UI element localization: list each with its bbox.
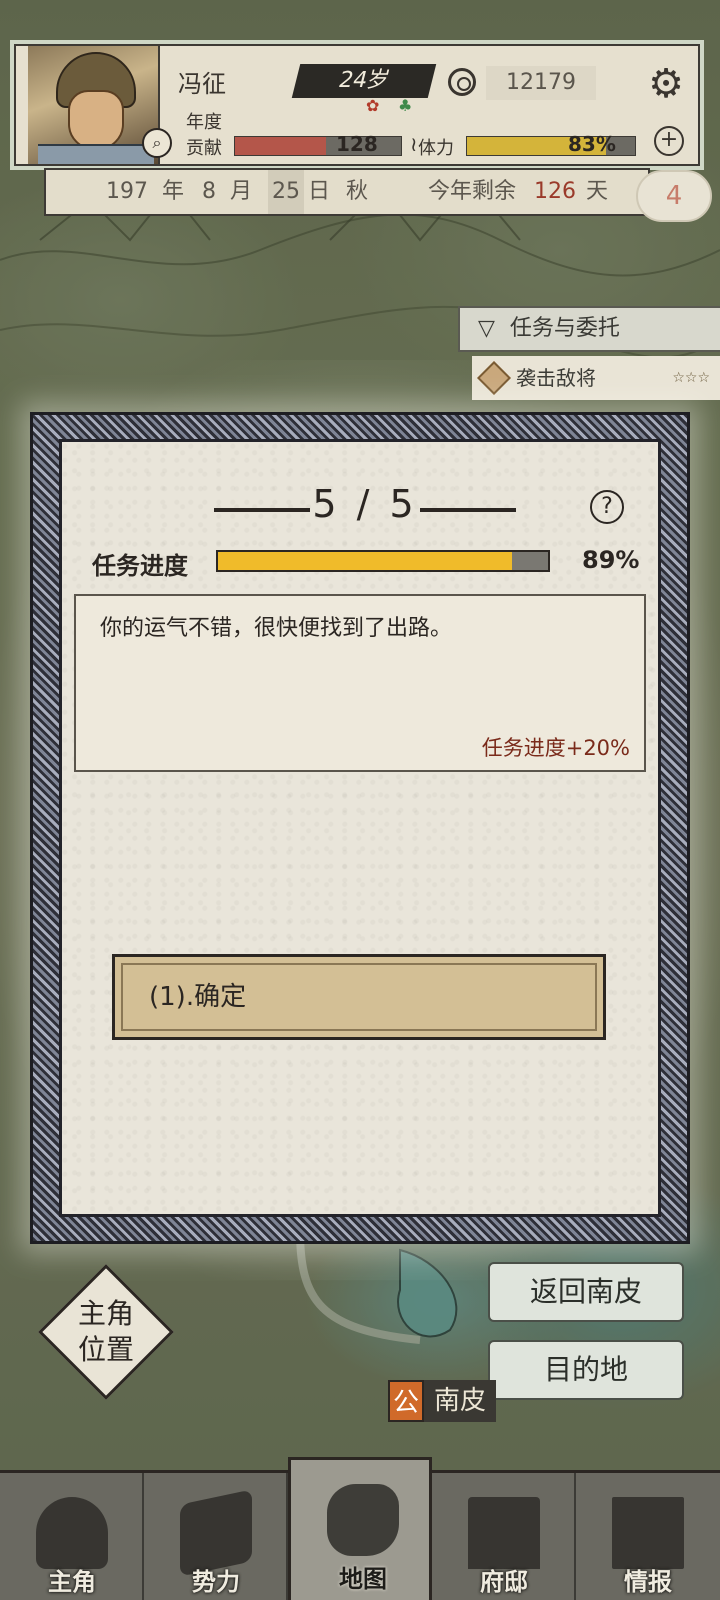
player-portrait[interactable]: [28, 46, 160, 164]
player-name: 冯征: [178, 70, 226, 98]
return-home-button[interactable]: 返回南皮: [488, 1262, 684, 1322]
player-age-badge: 24岁: [291, 64, 437, 98]
date-month: 8: [202, 179, 216, 204]
coin-value: 12179: [486, 66, 596, 100]
nav-faction[interactable]: 势力: [144, 1473, 288, 1600]
remaining-days: 126: [534, 179, 576, 204]
message-effect: 任务进度+20%: [481, 736, 630, 760]
map-icon: [327, 1484, 399, 1556]
nav-map[interactable]: 地图: [288, 1457, 432, 1600]
nav-intel[interactable]: 情报: [576, 1473, 720, 1600]
quest-item[interactable]: 袭击敌将 ☆☆☆: [472, 356, 720, 400]
progress-label: 任务进度: [92, 552, 188, 580]
contribution-label: 贡献: [186, 138, 222, 159]
year-label: 年度: [186, 112, 222, 133]
help-icon[interactable]: ?: [590, 490, 624, 524]
hero-icon: [36, 1497, 108, 1569]
quest-panel-toggle[interactable]: ▽ 任务与委托: [458, 306, 720, 352]
event-dialog: 5 / 5 ? 任务进度 89% 你的运气不错，很快便找到了出路。 任务进度+2…: [30, 412, 690, 1244]
triangle-down-icon: ▽: [478, 316, 495, 341]
armor-shape: [38, 144, 154, 164]
bottom-nav: 主角 势力 地图 府邸 情报: [0, 1457, 720, 1600]
scroll-icon: [612, 1497, 684, 1569]
contribution-bar-fill: [235, 137, 327, 155]
progress-value: 89%: [582, 546, 640, 574]
scroll-icon: ≀: [410, 132, 418, 156]
date-bar: 197 年 8 月 25 日 秋 今年剩余 126 天: [44, 168, 650, 216]
date-season: 秋: [346, 179, 369, 204]
message-box: 你的运气不错，很快便找到了出路。 任务进度+20%: [74, 594, 646, 772]
cloud-badge[interactable]: 4: [636, 170, 712, 222]
city-name: 南皮: [424, 1380, 497, 1422]
leaf-icon: ♣: [398, 96, 413, 115]
quest-icon: [477, 361, 511, 395]
city-marker[interactable]: 公南皮: [388, 1380, 497, 1422]
quest-stars: ☆☆☆: [672, 370, 710, 386]
coin-icon: [448, 68, 476, 96]
search-icon[interactable]: ⌕: [142, 128, 172, 158]
progress-bar: [216, 550, 550, 572]
gear-icon[interactable]: ⚙: [638, 56, 694, 112]
page-counter: 5 / 5: [312, 482, 418, 526]
stamina-value: 83%: [568, 132, 616, 156]
remaining-label: 今年剩余: [428, 179, 517, 204]
add-stamina-button[interactable]: +: [654, 126, 684, 156]
nav-mansion-label: 府邸: [480, 1568, 528, 1596]
quest-panel-title: 任务与委托: [509, 316, 620, 341]
date-year: 197: [106, 179, 148, 204]
date-day-unit: 日: [308, 179, 331, 204]
progress-bar-fill: [218, 552, 512, 570]
nav-map-label: 地图: [339, 1565, 387, 1593]
nav-intel-label: 情报: [624, 1568, 672, 1596]
locate-player-line-1: 主角: [77, 1297, 134, 1330]
date-year-unit: 年: [162, 179, 185, 204]
event-dialog-body: 5 / 5 ? 任务进度 89% 你的运气不错，很快便找到了出路。 任务进度+2…: [59, 439, 661, 1217]
quest-item-label: 袭击敌将: [516, 366, 596, 390]
locate-player-label: 主角 位置: [60, 1296, 152, 1368]
date-day: 25: [268, 170, 304, 214]
nav-mansion[interactable]: 府邸: [432, 1473, 576, 1600]
nav-faction-label: 势力: [192, 1568, 240, 1596]
date-month-unit: 月: [230, 179, 253, 204]
message-text: 你的运气不错，很快便找到了出路。: [100, 616, 453, 641]
face-shape: [68, 90, 124, 150]
stamina-label: 体力: [418, 138, 454, 159]
confirm-option-button[interactable]: (1).确定: [112, 954, 606, 1040]
ornament-right: [420, 508, 516, 512]
destination-button[interactable]: 目的地: [488, 1340, 684, 1400]
player-status-panel: ⌕ 冯征 24岁 12179 ⚙ 年度 贡献 128 ✿ ♣ ≀ 体力 83% …: [14, 44, 700, 166]
nav-hero[interactable]: 主角: [0, 1473, 144, 1600]
locate-player-line-2: 位置: [77, 1333, 134, 1366]
nav-hero-label: 主角: [48, 1568, 96, 1596]
remaining-unit: 天: [586, 179, 609, 204]
fire-icon: ✿: [366, 96, 380, 115]
city-faction-flag: 公: [388, 1380, 424, 1422]
mansion-icon: [468, 1497, 540, 1569]
ornament-left: [214, 508, 310, 512]
contribution-value: 128: [336, 132, 378, 156]
